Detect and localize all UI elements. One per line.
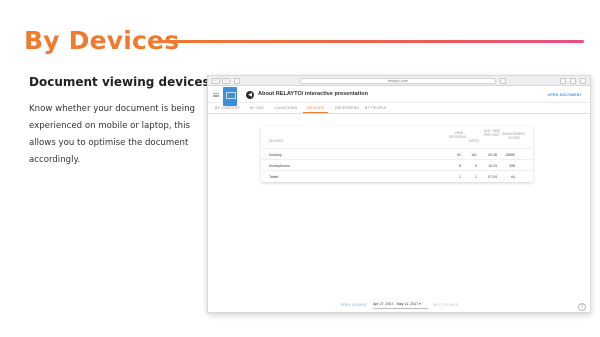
devices-table: DEVICES VIEW SESSIONS VISITS AVG. TIME P… [261, 126, 533, 182]
column-header[interactable]: VISITS [467, 139, 479, 143]
engagement-value: 398 [509, 164, 515, 168]
date-range-footer: PREV 15 DAYS Apr 27, 2017 - May 11, 2017… [208, 302, 590, 310]
tab-by-content[interactable]: BY CONTENT [215, 106, 240, 110]
column-header[interactable]: AVG. TIME PER VISIT [483, 129, 500, 137]
address-bar[interactable]: relayto.com [300, 78, 496, 84]
share-icon[interactable] [560, 78, 566, 84]
tab-by-day[interactable]: BY DAY [250, 106, 264, 110]
next-period-link[interactable]: NEXT 15 DAYS [433, 303, 458, 307]
tab-devices[interactable]: DEVICES [302, 106, 329, 113]
section-heading: Document viewing devices [29, 75, 210, 89]
date-range-select[interactable]: Apr 27, 2017 - May 11, 2017 ▾ [373, 302, 428, 309]
forward-arrow-icon[interactable]: › [222, 78, 230, 84]
avg-time-value: 00:38 [488, 153, 497, 157]
tab-by-people[interactable]: BY PEOPLE [365, 106, 387, 110]
visits-value: 1 [475, 175, 477, 179]
table-row[interactable]: Smartphones 8 9 14:23 398 [261, 159, 533, 170]
title-accent-line [162, 40, 584, 43]
app-header: ◀ About RELAYTO/ interactive presentatio… [208, 86, 590, 106]
back-arrow-icon[interactable]: ‹ [212, 78, 220, 84]
engagement-value: 64 [511, 175, 515, 179]
device-name: Smartphones [269, 164, 290, 168]
document-title: About RELAYTO/ interactive presentation [258, 91, 369, 97]
prev-period-link[interactable]: PREV 15 DAYS [341, 303, 366, 307]
visits-value: 9 [475, 164, 477, 168]
browser-toolbar: ‹ › relayto.com [208, 76, 590, 86]
caret-down-icon: ▾ [419, 302, 422, 306]
table-row[interactable]: Tablet 1 1 07:04 64 [261, 170, 533, 181]
browser-window: ‹ › relayto.com ◀ About RELAYTO/ interac… [207, 75, 591, 313]
new-tab-icon[interactable] [580, 78, 586, 84]
date-range-value: Apr 27, 2017 - May 11, 2017 [373, 302, 419, 306]
reload-icon[interactable] [500, 78, 506, 84]
device-name: Desktop [269, 153, 282, 157]
open-document-link[interactable]: OPEN DOCUMENT [547, 93, 582, 97]
document-thumbnail-icon[interactable] [223, 87, 237, 106]
column-header[interactable]: ENGAGEMENT SCORE [502, 132, 525, 140]
view-sessions-value: 51 [457, 153, 461, 157]
analytics-tabs: BY CONTENT BY DAY LOCATIONS DEVICES REFE… [208, 103, 590, 114]
back-circle-icon[interactable]: ◀ [246, 91, 254, 99]
engagement-value: 15689 [505, 153, 515, 157]
tab-referrers[interactable]: REFERRERS [335, 106, 359, 110]
device-name: Tablet [269, 175, 279, 179]
view-sessions-value: 1 [459, 175, 461, 179]
hamburger-menu-icon[interactable] [213, 93, 219, 97]
avg-time-value: 14:23 [488, 164, 497, 168]
sidebar-toggle-icon[interactable] [234, 78, 240, 84]
visits-value: 161 [471, 153, 477, 157]
section-description: Know whether your document is being expe… [29, 104, 196, 165]
column-header[interactable]: DEVICES [269, 139, 283, 143]
slide-title: By Devices [24, 26, 180, 55]
table-row[interactable]: Desktop 51 161 00:38 15689 [261, 148, 533, 159]
help-icon[interactable]: ? [578, 303, 586, 311]
view-sessions-value: 8 [459, 164, 461, 168]
tab-locations[interactable]: LOCATIONS [275, 106, 297, 110]
column-header[interactable]: VIEW SESSIONS [449, 131, 466, 139]
avg-time-value: 07:04 [488, 175, 497, 179]
tabs-overview-icon[interactable] [570, 78, 576, 84]
